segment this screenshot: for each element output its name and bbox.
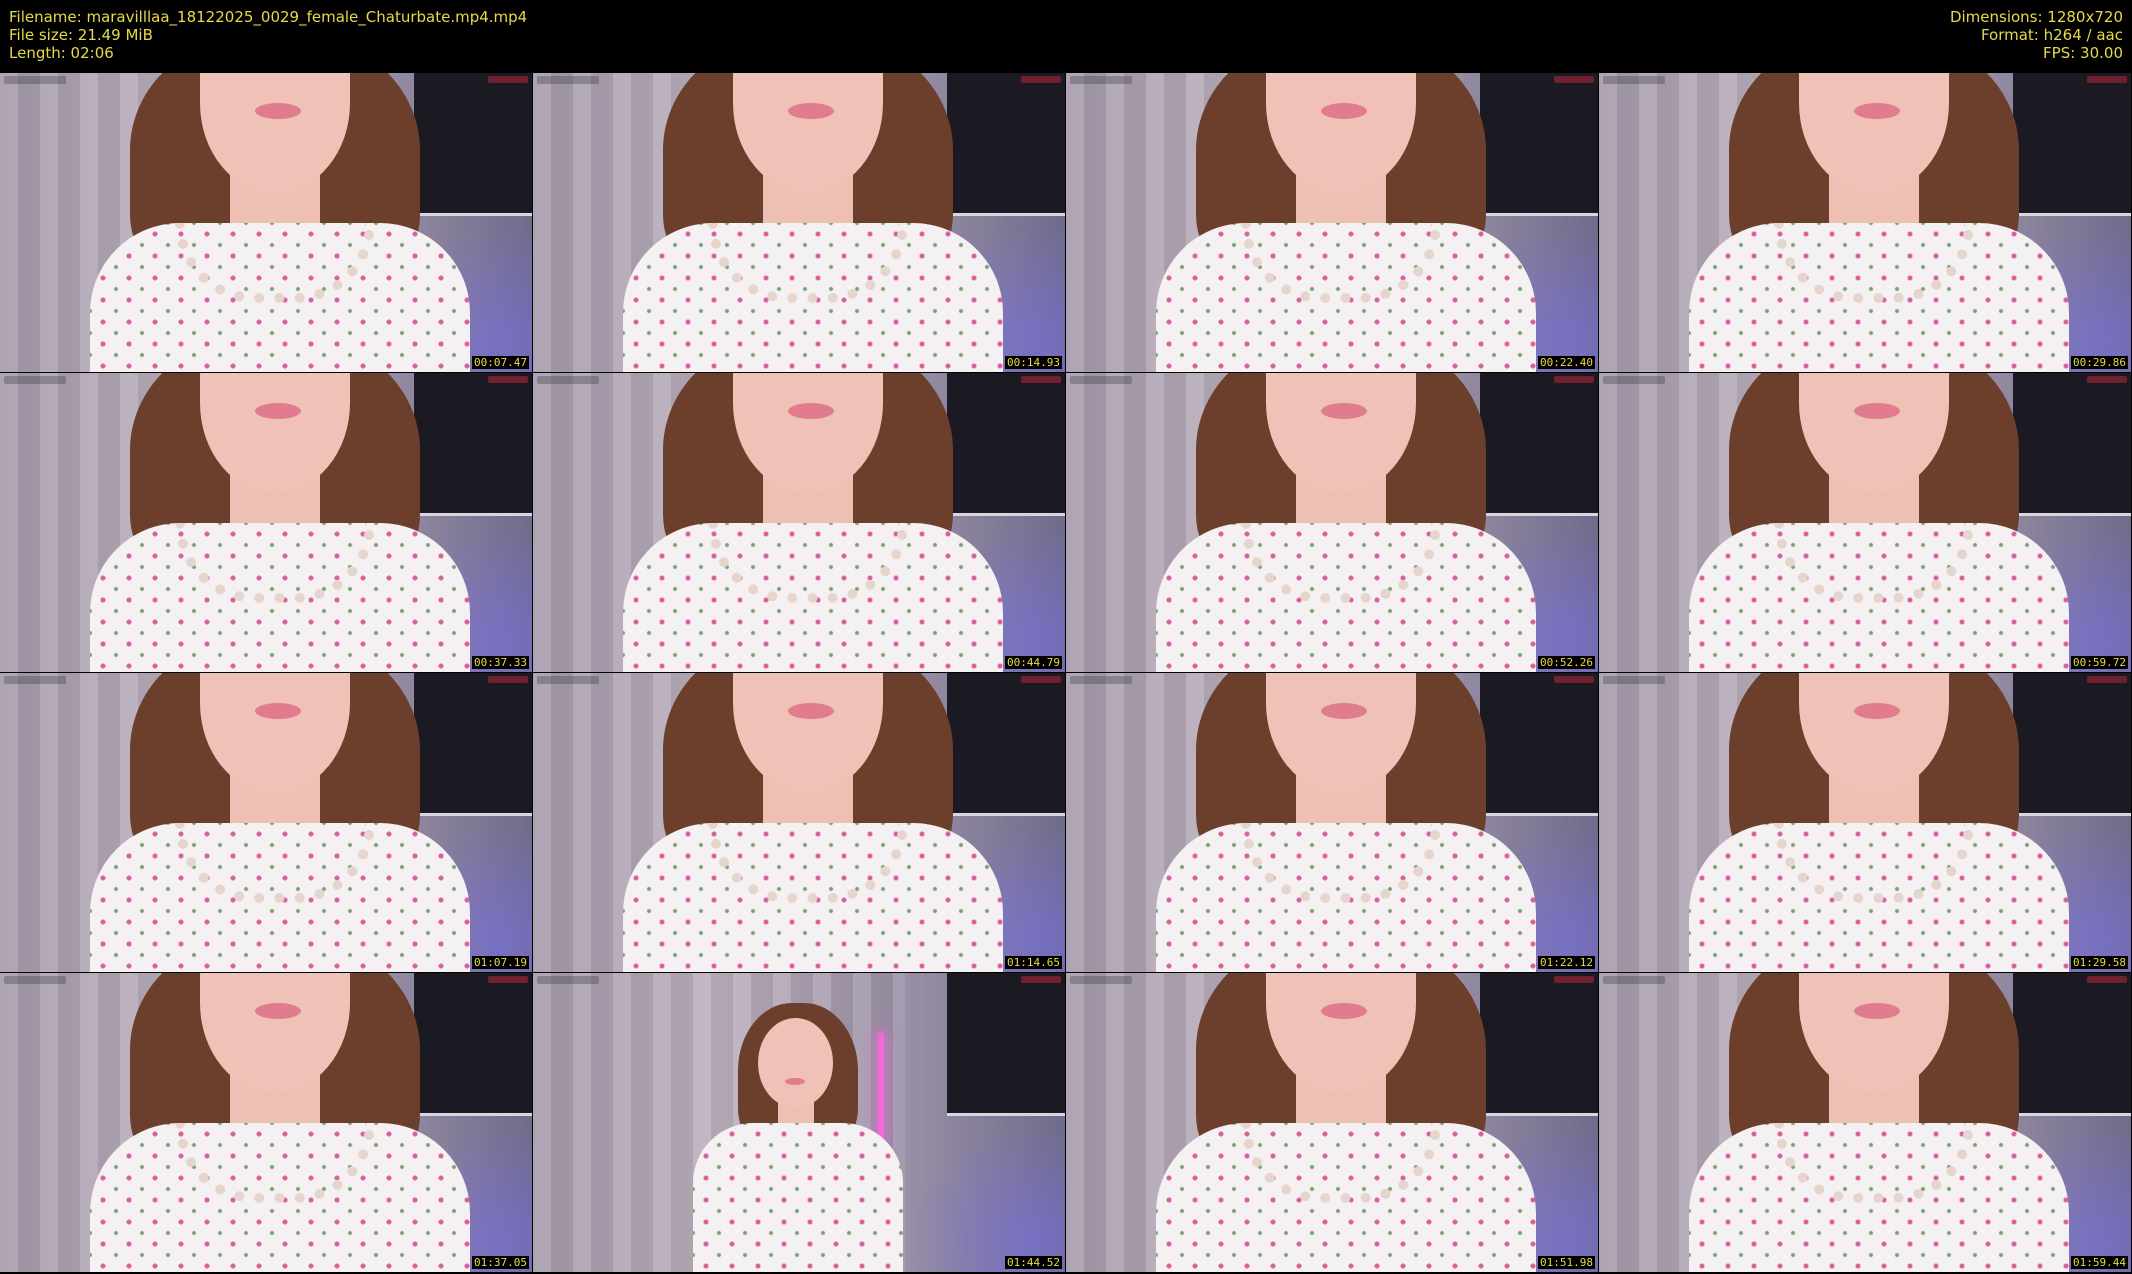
thumbnail-timestamp: 00:59.72 xyxy=(2071,656,2128,669)
thumbnail: 00:59.72 xyxy=(1599,373,2131,672)
filename-text: Filename: maravilllaa_18122025_0029_fema… xyxy=(9,8,528,26)
thumbnail: 00:37.33 xyxy=(0,373,532,672)
watermark-left xyxy=(4,676,66,684)
watermark-right xyxy=(2087,676,2127,683)
header-bar: Filename: maravilllaa_18122025_0029_fema… xyxy=(0,0,2132,72)
thumbnail: 01:07.19 xyxy=(0,673,532,972)
thumbnail: 00:14.93 xyxy=(533,73,1065,372)
thumbnail-timestamp: 00:22.40 xyxy=(1538,356,1595,369)
watermark-right xyxy=(488,76,528,83)
thumbnail-timestamp: 01:29.58 xyxy=(2071,956,2128,969)
watermark-right xyxy=(1021,376,1061,383)
thumbnail-timestamp: 01:22.12 xyxy=(1538,956,1595,969)
watermark-right xyxy=(1554,676,1594,683)
watermark-right xyxy=(2087,76,2127,83)
thumbnail: 01:59.44 xyxy=(1599,973,2131,1272)
watermark-left xyxy=(537,976,599,984)
thumbnail-timestamp: 01:44.52 xyxy=(1005,1256,1062,1269)
watermark-left xyxy=(537,76,599,84)
watermark-right xyxy=(2087,376,2127,383)
fps-text: FPS: 30.00 xyxy=(2043,44,2123,62)
video-info: Dimensions: 1280x720 Format: h264 / aac FP… xyxy=(1950,8,2123,62)
watermark-left xyxy=(4,76,66,84)
watermark-right xyxy=(2087,976,2127,983)
thumbnail-timestamp: 01:59.44 xyxy=(2071,1256,2128,1269)
watermark-right xyxy=(1021,76,1061,83)
watermark-right xyxy=(1021,976,1061,983)
filesize-text: File size: 21.49 MiB xyxy=(9,26,153,44)
thumbnail-timestamp: 01:14.65 xyxy=(1005,956,1062,969)
thumbnail: 01:37.05 xyxy=(0,973,532,1272)
thumbnail: 00:22.40 xyxy=(1066,73,1598,372)
thumbnail: 01:51.98 xyxy=(1066,973,1598,1272)
watermark-right xyxy=(488,376,528,383)
watermark-left xyxy=(537,676,599,684)
thumbnail-timestamp: 00:29.86 xyxy=(2071,356,2128,369)
thumbnail: 00:07.47 xyxy=(0,73,532,372)
watermark-left xyxy=(4,376,66,384)
thumbnail-timestamp: 01:07.19 xyxy=(472,956,529,969)
watermark-left xyxy=(1603,376,1665,384)
thumbnail: 00:44.79 xyxy=(533,373,1065,672)
watermark-right xyxy=(1554,376,1594,383)
watermark-right xyxy=(1554,976,1594,983)
watermark-left xyxy=(4,976,66,984)
thumbnail-timestamp: 00:37.33 xyxy=(472,656,529,669)
watermark-left xyxy=(1603,676,1665,684)
thumbnail: 01:14.65 xyxy=(533,673,1065,972)
thumbnail: 00:52.26 xyxy=(1066,373,1598,672)
thumbnail-timestamp: 00:14.93 xyxy=(1005,356,1062,369)
thumbnail: 00:29.86 xyxy=(1599,73,2131,372)
watermark-right xyxy=(1021,676,1061,683)
thumbnail-timestamp: 00:52.26 xyxy=(1538,656,1595,669)
dimensions-text: Dimensions: 1280x720 xyxy=(1949,8,2123,26)
thumbnail: 01:22.12 xyxy=(1066,673,1598,972)
thumbnail-timestamp: 00:07.47 xyxy=(472,356,529,369)
format-text: Format: h264 / aac xyxy=(1980,26,2123,44)
file-info: Filename: maravilllaa_18122025_0029_fema… xyxy=(9,8,527,62)
watermark-right xyxy=(1554,76,1594,83)
thumbnail-timestamp: 00:44.79 xyxy=(1005,656,1062,669)
watermark-right xyxy=(488,976,528,983)
watermark-left xyxy=(1070,676,1132,684)
watermark-left xyxy=(1070,376,1132,384)
watermark-left xyxy=(1603,976,1665,984)
watermark-right xyxy=(488,676,528,683)
watermark-left xyxy=(1603,76,1665,84)
watermark-left xyxy=(537,376,599,384)
length-text: Length: 02:06 xyxy=(9,44,114,62)
thumbnail-grid: 00:07.47 00:14.93 00:22.40 00:29.86 00:3… xyxy=(0,73,2132,1273)
watermark-left xyxy=(1070,76,1132,84)
watermark-left xyxy=(1070,976,1132,984)
thumbnail: 01:29.58 xyxy=(1599,673,2131,972)
thumbnail-timestamp: 01:37.05 xyxy=(472,1256,529,1269)
thumbnail: 01:44.52 xyxy=(533,973,1065,1272)
thumbnail-timestamp: 01:51.98 xyxy=(1538,1256,1595,1269)
